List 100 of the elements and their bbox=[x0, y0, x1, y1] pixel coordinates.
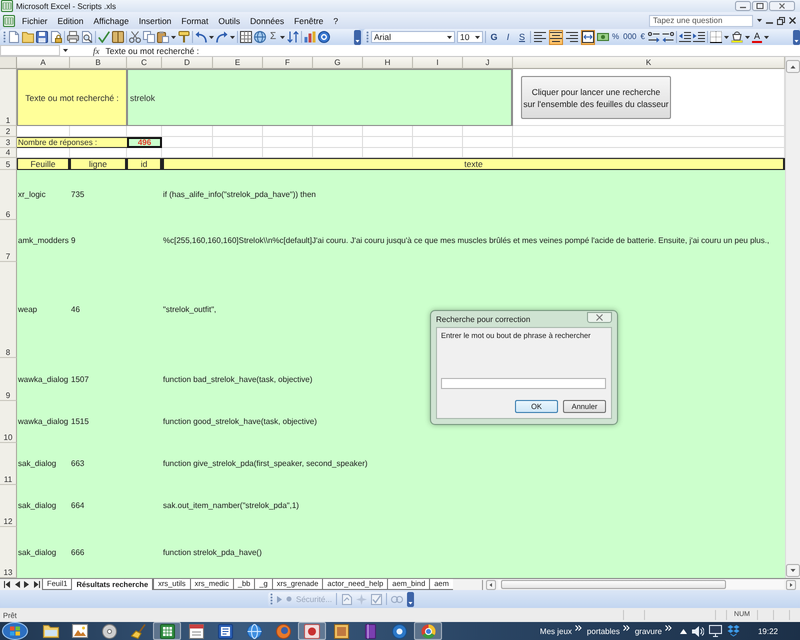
double-chevron-icon[interactable] bbox=[664, 625, 672, 631]
number-format-button[interactable]: 000 bbox=[622, 30, 638, 44]
column-header[interactable]: G bbox=[313, 57, 363, 69]
function-label[interactable]: fx bbox=[93, 46, 100, 56]
locked-page-icon[interactable] bbox=[50, 31, 62, 43]
text-style-button[interactable]: S bbox=[516, 30, 528, 44]
minimize-icon[interactable] bbox=[735, 1, 751, 11]
row-header[interactable]: 7 bbox=[0, 220, 17, 262]
clock[interactable]: 19:22 bbox=[758, 626, 778, 636]
check-box-icon[interactable] bbox=[371, 594, 382, 604]
menu-item[interactable]: Outils bbox=[213, 14, 246, 27]
help-search-field[interactable]: Tapez une question bbox=[649, 14, 753, 26]
double-chevron-icon[interactable] bbox=[574, 625, 582, 631]
double-chevron-icon[interactable] bbox=[622, 625, 630, 631]
font-name-field[interactable]: Arial bbox=[371, 31, 455, 43]
caret-icon[interactable] bbox=[230, 36, 235, 38]
previous-sheet-arrow-icon[interactable] bbox=[15, 581, 20, 588]
caret-icon[interactable] bbox=[209, 36, 214, 38]
ring-icon[interactable] bbox=[420, 624, 436, 638]
globe-icon[interactable] bbox=[254, 31, 266, 43]
align-button[interactable] bbox=[533, 30, 547, 44]
column-header[interactable]: A bbox=[17, 57, 70, 69]
new-document-icon[interactable] bbox=[8, 31, 20, 43]
menu-item[interactable]: Fichier bbox=[17, 14, 53, 27]
align-button[interactable] bbox=[549, 30, 563, 44]
caret-icon[interactable] bbox=[447, 36, 452, 38]
menu-item[interactable]: Affichage bbox=[88, 14, 134, 27]
number-format-button[interactable]: € bbox=[639, 30, 646, 44]
close-icon[interactable] bbox=[789, 17, 796, 24]
align-left-icon[interactable] bbox=[534, 32, 546, 42]
column-header[interactable]: H bbox=[363, 57, 413, 69]
toolbar-options-icon[interactable] bbox=[407, 592, 414, 606]
font-color-button[interactable]: A bbox=[752, 31, 762, 43]
align-button[interactable] bbox=[565, 30, 579, 44]
bar-chart-icon[interactable] bbox=[304, 31, 316, 43]
printer-icon[interactable] bbox=[67, 31, 79, 43]
book-icon[interactable] bbox=[362, 624, 378, 638]
column-header[interactable]: K bbox=[513, 57, 785, 69]
close-button[interactable] bbox=[587, 312, 612, 322]
toolbar-options-icon[interactable] bbox=[793, 30, 800, 44]
outdent-icon[interactable] bbox=[678, 32, 691, 42]
menu-item[interactable]: Fenêtre bbox=[289, 14, 328, 27]
caret-icon[interactable] bbox=[724, 36, 729, 38]
globe-icon[interactable] bbox=[392, 624, 406, 638]
check-mark-icon[interactable] bbox=[98, 31, 110, 43]
row-header[interactable]: 13 bbox=[0, 527, 17, 578]
caret-icon[interactable] bbox=[475, 36, 480, 38]
column-header[interactable]: B bbox=[70, 57, 127, 69]
vertical-scrollbar[interactable] bbox=[785, 57, 800, 578]
box-icon[interactable] bbox=[726, 625, 740, 637]
row-header[interactable]: 10 bbox=[0, 401, 17, 443]
input-field[interactable] bbox=[441, 378, 606, 389]
speaker-icon[interactable] bbox=[692, 626, 704, 636]
circle-tile-icon[interactable] bbox=[304, 624, 320, 638]
row-header[interactable]: 3 bbox=[0, 137, 17, 148]
menu-item[interactable]: Données bbox=[245, 14, 290, 27]
brush-icon[interactable] bbox=[178, 31, 190, 43]
paint-bucket-icon[interactable] bbox=[730, 31, 743, 43]
row-header[interactable]: 6 bbox=[0, 170, 17, 220]
decimal-places-icon[interactable] bbox=[648, 32, 660, 42]
taskbar-button[interactable] bbox=[414, 622, 442, 640]
row-header[interactable]: 11 bbox=[0, 443, 17, 485]
taskbar-toolbar-label[interactable]: portables bbox=[586, 626, 620, 636]
save-icon[interactable] bbox=[36, 31, 48, 43]
scrollbar-thumb[interactable] bbox=[501, 580, 726, 589]
next-sheet-arrow-icon[interactable] bbox=[24, 581, 29, 588]
picture-icon[interactable] bbox=[334, 624, 348, 638]
page-magnifier-icon[interactable] bbox=[81, 31, 93, 43]
indent-icon[interactable] bbox=[692, 32, 705, 42]
menu-item[interactable]: Edition bbox=[52, 14, 89, 27]
disc-icon[interactable] bbox=[102, 624, 116, 638]
sort-icon[interactable] bbox=[287, 31, 300, 43]
column-header[interactable]: E bbox=[213, 57, 263, 69]
row-header[interactable]: 2 bbox=[0, 126, 17, 137]
copy-icon[interactable] bbox=[143, 31, 155, 43]
folder-icon[interactable] bbox=[43, 624, 59, 638]
monitor-icon[interactable] bbox=[708, 625, 722, 637]
menu-item[interactable]: Format bbox=[176, 14, 214, 27]
maximize-icon[interactable] bbox=[752, 1, 768, 11]
up-arrow-icon[interactable] bbox=[680, 628, 687, 634]
broom-icon[interactable] bbox=[130, 624, 146, 638]
start-orb-icon[interactable] bbox=[2, 622, 28, 640]
taskbar-toolbar-label[interactable]: gravure bbox=[634, 626, 662, 636]
grip-icon[interactable] bbox=[3, 31, 6, 43]
column-header[interactable]: C bbox=[127, 57, 162, 69]
dot-icon[interactable] bbox=[286, 596, 292, 602]
search-all-sheets-button[interactable]: Cliquer pour lancer une recherche sur l'ensemble des feuilles du classeur bbox=[521, 76, 671, 119]
document-icon[interactable] bbox=[218, 624, 232, 638]
taskbar-button[interactable] bbox=[153, 622, 181, 640]
restore-icon[interactable] bbox=[777, 16, 785, 24]
caret-icon[interactable] bbox=[63, 49, 68, 52]
grip-icon[interactable] bbox=[366, 31, 369, 43]
column-header[interactable]: D bbox=[162, 57, 213, 69]
toolbar-options-icon[interactable] bbox=[354, 30, 361, 44]
scissors-icon[interactable] bbox=[129, 31, 141, 43]
last-sheet-arrow-icon[interactable] bbox=[33, 581, 40, 588]
row-header[interactable]: 9 bbox=[0, 358, 17, 401]
undo-icon[interactable] bbox=[195, 31, 207, 43]
column-header[interactable]: J bbox=[463, 57, 513, 69]
redo-icon[interactable] bbox=[216, 31, 228, 43]
